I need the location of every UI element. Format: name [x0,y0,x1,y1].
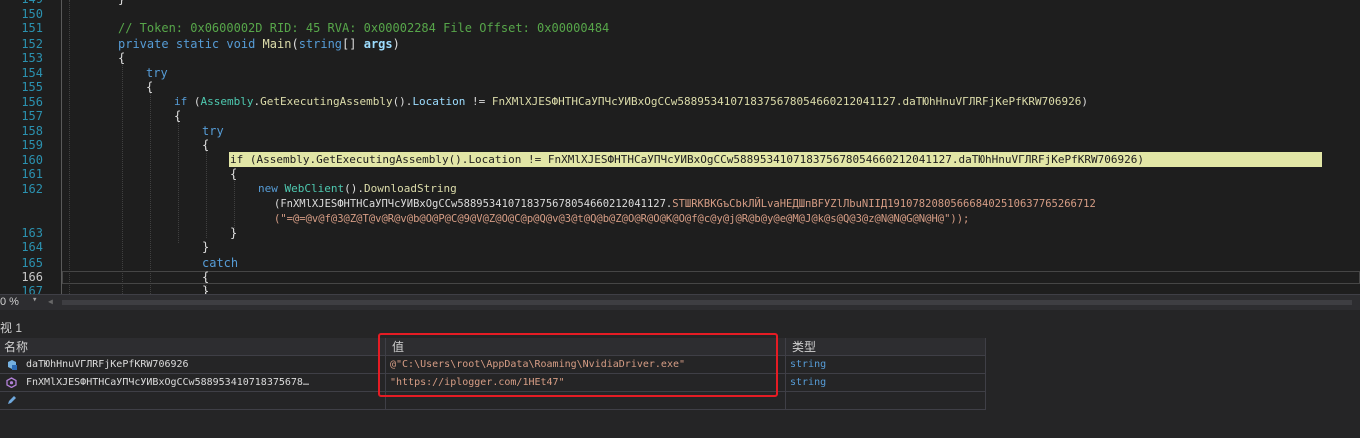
editor-status-bar: 0 % ▾ ◀ [0,294,1360,310]
code-line: { [146,80,154,94]
line-number: 163 [21,226,43,240]
line-number: 161 [21,167,43,181]
line-number: 160 [21,153,43,167]
line-number: 154 [21,66,43,80]
line-number: 150 [21,6,43,21]
column-header-type[interactable]: 类型 [786,338,986,356]
code-comment: // Token: 0x0600002D RID: 45 RVA: 0x0000… [118,21,610,35]
watch-name-cell: daТЮhНnuVГЛRFjKеРfКRW706926 [0,356,386,373]
code-line: { [230,167,238,181]
indent-guide [122,60,123,294]
scrollbar-thumb[interactable] [62,300,1352,305]
watch-name-cell: FnXМlXJESФНTHCaУПЧcУИBxOgСCw588953410718… [0,374,386,391]
watch-type: string [786,356,986,373]
code-if-statement-highlighted: if (Assembly.GetExecutingAssembly().Loca… [230,153,1144,166]
code-line: } [202,284,210,294]
code-try: try [202,124,224,138]
line-number: 158 [21,124,43,138]
code-new-webclient: new WebClient().DownloadString [258,182,457,195]
watch-type: string [786,374,986,391]
indent-guide [69,0,70,294]
line-number: 162 [21,182,43,196]
code-line: } [230,226,238,240]
line-number-gutter: 149 150 151 152 153 154 155 156 157 158 … [0,0,48,294]
scroll-left-icon[interactable]: ◀ [48,297,53,306]
outline-margin [61,0,62,294]
code-editor[interactable]: 149 150 151 152 153 154 155 156 157 158 … [0,0,1360,294]
code-line: } [118,0,125,7]
method-icon [6,377,17,388]
line-number: 167 [21,284,43,294]
code-line: { [202,270,210,284]
watch-name: daТЮhНnuVГЛRFjKеРfКRW706926 [26,359,189,370]
line-number: 153 [21,51,43,65]
line-number: 151 [21,21,43,35]
watch-name: FnXМlXJESФНTHCaУПЧcУИBxOgСCw588953410718… [26,377,309,388]
code-line: { [118,51,126,65]
annotation-highlight-box [378,333,778,397]
code-try: try [146,66,168,80]
line-number: 156 [21,95,43,109]
field-icon [8,360,17,370]
code-if-statement: if (Assembly.GetExecutingAssembly().Loca… [174,95,1088,108]
column-header-name[interactable]: 名称 [0,338,386,356]
indent-guide [206,148,207,238]
pencil-icon[interactable] [6,395,17,406]
current-line-indicator [62,271,1360,284]
code-line: } [202,240,210,254]
line-number: 165 [21,256,43,270]
line-number-current: 166 [21,270,43,284]
panel-title: 视 1 [0,321,23,335]
code-line-main-signature: private static void Main(string[] args) [118,37,400,51]
code-catch: catch [202,256,239,270]
code-line: { [174,109,182,123]
indent-guide [178,118,179,243]
line-number: 164 [21,240,43,254]
watch-name-cell[interactable] [0,392,386,409]
line-number: 152 [21,37,43,51]
code-string-literal: ("=@=@v@f@3@Z@T@v@R@v@b@O@P@C@9@V@Z@O@C@… [274,213,970,225]
code-downloadstring-arg: (FnXМlXJESФНTHCaУПЧcУИBxOgСCw58895341071… [274,198,1096,210]
watch-type [786,392,986,409]
horizontal-scrollbar[interactable]: ◀ [48,297,1360,306]
line-number: 159 [21,138,43,152]
line-number: 157 [21,109,43,123]
indent-guide [150,90,151,294]
line-number: 155 [21,80,43,94]
code-line: { [202,138,210,152]
zoom-level[interactable]: 0 % [0,296,19,308]
chevron-down-icon[interactable]: ▾ [32,295,37,305]
